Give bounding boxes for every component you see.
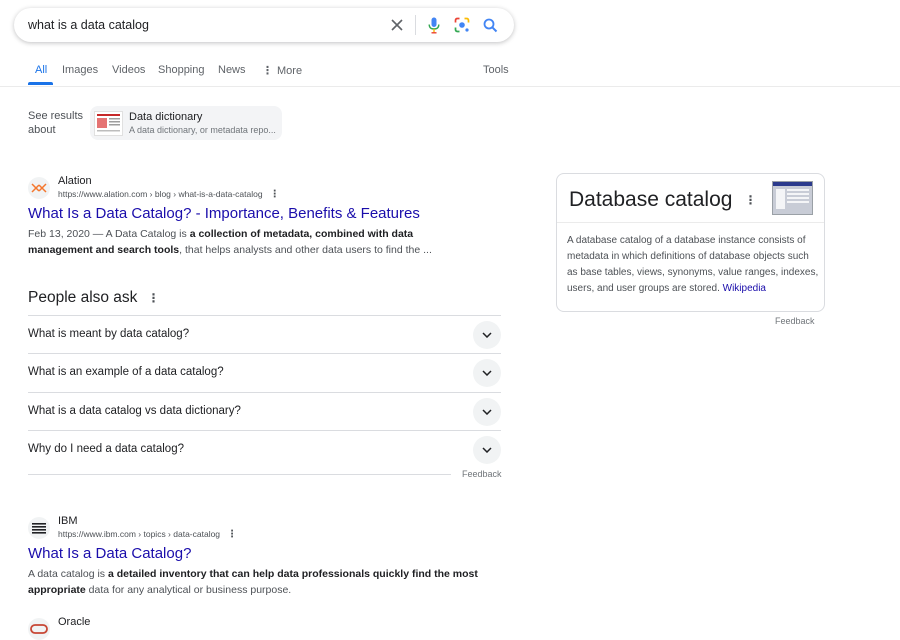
see-results-label-line1: See results xyxy=(28,110,84,122)
result-title-link[interactable]: What Is a Data Catalog? - Importance, Be… xyxy=(28,205,420,222)
result-snippet: A data catalog is a detailed inventory t… xyxy=(28,566,478,598)
knowledge-panel: Database catalog ⋮ A database catalog of … xyxy=(556,173,825,312)
result-url: https://www.alation.com › blog › what-is… xyxy=(58,189,280,200)
snippet-prefix: Feb 13, 2020 — A Data Catalog is xyxy=(28,228,190,240)
search-bar-divider xyxy=(415,15,416,35)
result-url-text: https://www.ibm.com › topics › data-cata… xyxy=(58,529,221,539)
oracle-favicon xyxy=(28,618,50,640)
more-options-icon[interactable]: ⋮ xyxy=(227,529,237,540)
result-url-text: https://www.alation.com › blog › what-is… xyxy=(58,189,263,199)
tab-more-label: More xyxy=(277,65,303,77)
tools-button[interactable]: Tools xyxy=(483,64,509,76)
search-bar-actions xyxy=(383,11,504,39)
paa-question-row[interactable]: What is meant by data catalog? xyxy=(28,315,501,354)
snippet-prefix: A data catalog is xyxy=(28,568,108,580)
result-title-link[interactable]: What Is a Data Catalog? xyxy=(28,545,191,562)
paa-question: What is meant by data catalog? xyxy=(28,328,190,340)
chevron-down-icon[interactable] xyxy=(473,398,501,426)
data-dictionary-thumbnail xyxy=(94,111,123,136)
microphone-icon[interactable] xyxy=(420,11,448,39)
paa-question-row[interactable]: What is an example of a data catalog? xyxy=(28,353,501,392)
search-tabs: All Images Videos Shopping News ⋮ More To… xyxy=(0,58,900,87)
more-options-icon[interactable]: ⋮ xyxy=(270,189,280,200)
wikipedia-link[interactable]: Wikipedia xyxy=(723,283,766,294)
paa-question-row[interactable]: What is a data catalog vs data dictionar… xyxy=(28,392,501,431)
paa-question: What is an example of a data catalog? xyxy=(28,366,224,378)
tab-all[interactable]: All xyxy=(35,64,47,76)
tab-news[interactable]: News xyxy=(218,64,246,76)
knowledge-panel-title: Database catalog ⋮ xyxy=(569,188,756,212)
active-tab-indicator xyxy=(28,82,53,85)
snippet-rest: , that helps analysts and other data use… xyxy=(179,244,432,256)
search-icon[interactable] xyxy=(476,11,504,39)
chevron-down-icon[interactable] xyxy=(473,321,501,349)
paa-question: What is a data catalog vs data dictionar… xyxy=(28,405,241,417)
knowledge-panel-divider xyxy=(557,222,824,223)
camera-lens-icon[interactable] xyxy=(448,11,476,39)
more-options-icon[interactable]: ⋮ xyxy=(744,193,756,207)
see-results-title: Data dictionary xyxy=(129,111,203,123)
knowledge-panel-feedback-link[interactable]: Feedback xyxy=(775,316,815,326)
result-site-name: Oracle xyxy=(58,616,91,628)
more-dots-icon: ⋮ xyxy=(262,65,273,77)
paa-question: Why do I need a data catalog? xyxy=(28,443,184,455)
paa-heading-text: People also ask xyxy=(28,289,138,306)
search-bar xyxy=(14,8,514,42)
tab-shopping[interactable]: Shopping xyxy=(158,64,205,76)
knowledge-panel-description: A database catalog of a database instanc… xyxy=(567,233,819,297)
tab-images[interactable]: Images xyxy=(62,64,98,76)
search-input[interactable] xyxy=(28,18,383,32)
alation-favicon xyxy=(28,177,50,199)
result-site-name: IBM xyxy=(58,515,78,527)
knowledge-panel-image[interactable] xyxy=(772,181,813,215)
more-options-icon[interactable]: ⋮ xyxy=(147,291,159,305)
see-results-subtitle: A data dictionary, or metadata repo... xyxy=(129,125,276,135)
result-site-name: Alation xyxy=(58,175,92,187)
chevron-down-icon[interactable] xyxy=(473,359,501,387)
paa-divider xyxy=(28,474,451,475)
see-results-card[interactable]: Data dictionary A data dictionary, or me… xyxy=(90,106,282,140)
kp-title-text: Database catalog xyxy=(569,188,733,211)
paa-feedback-link[interactable]: Feedback xyxy=(462,469,502,479)
see-results-label-line2: about xyxy=(28,124,56,136)
tab-more[interactable]: ⋮ More xyxy=(262,64,302,77)
tab-videos[interactable]: Videos xyxy=(112,64,145,76)
chevron-down-icon[interactable] xyxy=(473,436,501,464)
kp-description-text: A database catalog of a database instanc… xyxy=(567,235,819,294)
paa-question-row[interactable]: Why do I need a data catalog? xyxy=(28,430,501,469)
result-url: https://www.ibm.com › topics › data-cata… xyxy=(58,529,237,540)
snippet-rest: data for any analytical or business purp… xyxy=(85,584,292,596)
clear-icon[interactable] xyxy=(383,11,411,39)
ibm-favicon xyxy=(28,517,50,539)
people-also-ask-heading: People also ask ⋮ xyxy=(28,289,159,307)
result-snippet: Feb 13, 2020 — A Data Catalog is a colle… xyxy=(28,226,478,258)
see-results-label: See results about xyxy=(28,109,83,137)
